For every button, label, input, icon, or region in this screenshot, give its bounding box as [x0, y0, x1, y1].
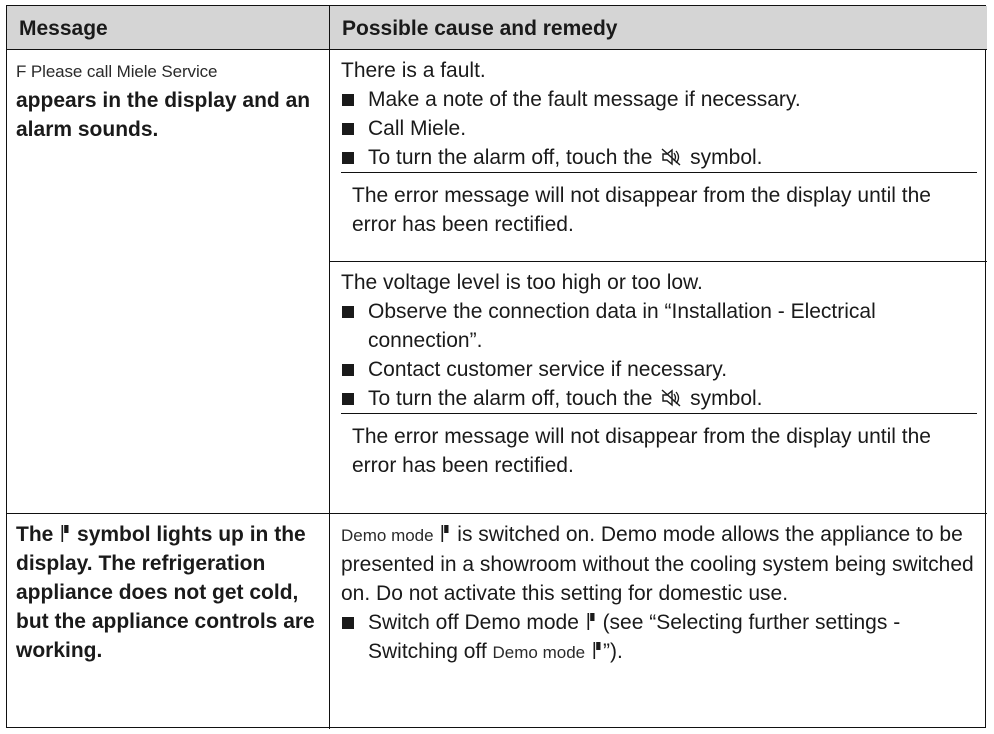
demo-mode-icon	[587, 613, 595, 630]
bullet-item: Contact customer service if necessary.	[341, 355, 977, 384]
display-text: Demo mode	[341, 526, 434, 545]
alarm-mute-icon	[661, 148, 681, 166]
demo-mode-icon	[61, 525, 69, 542]
cause-cell-fault: There is a fault. Make a note of the fau…	[330, 50, 987, 262]
square-bullet-icon	[342, 123, 354, 135]
cause-intro: The voltage level is too high or too low…	[341, 271, 703, 294]
square-bullet-icon	[342, 152, 354, 164]
demo-mode-icon	[441, 525, 449, 542]
troubleshooting-table: Message Possible cause and remedy F Plea…	[6, 5, 987, 729]
square-bullet-icon	[342, 364, 354, 376]
message-cell-service: F Please call Miele Service appears in t…	[7, 50, 330, 514]
message-text: appears in the display and an alarm soun…	[16, 89, 311, 141]
message-cell-demo: The symbol lights up in the display. The…	[7, 514, 330, 729]
cause-note: The error message will not disappear fro…	[341, 413, 977, 480]
display-text: Demo mode	[492, 643, 586, 662]
square-bullet-icon	[342, 94, 354, 106]
bullet-item: Switch off Demo mode (see “Selecting fur…	[341, 608, 977, 667]
cause-cell-voltage: The voltage level is too high or too low…	[330, 262, 987, 514]
square-bullet-icon	[342, 617, 354, 629]
demo-mode-icon	[593, 642, 601, 659]
bullet-item: Call Miele.	[341, 114, 977, 143]
cause-cell-demo: Demo mode is switched on. Demo mode allo…	[330, 514, 987, 729]
cause-intro: Demo mode is switched on. Demo mode allo…	[341, 523, 974, 605]
display-text: F Please call Miele Service	[16, 62, 218, 81]
bullet-item: To turn the alarm off, touch the symbol.	[341, 384, 977, 413]
cause-note: The error message will not disappear fro…	[341, 172, 977, 239]
alarm-mute-icon	[661, 389, 681, 407]
bullet-item: To turn the alarm off, touch the symbol.	[341, 143, 977, 172]
bullet-item: Make a note of the fault message if nece…	[341, 85, 977, 114]
header-cause: Possible cause and remedy	[330, 6, 987, 50]
square-bullet-icon	[342, 306, 354, 318]
cause-intro: There is a fault.	[341, 59, 486, 82]
header-message: Message	[7, 6, 330, 50]
bullet-item: Observe the connection data in “Installa…	[341, 297, 977, 355]
square-bullet-icon	[342, 393, 354, 405]
